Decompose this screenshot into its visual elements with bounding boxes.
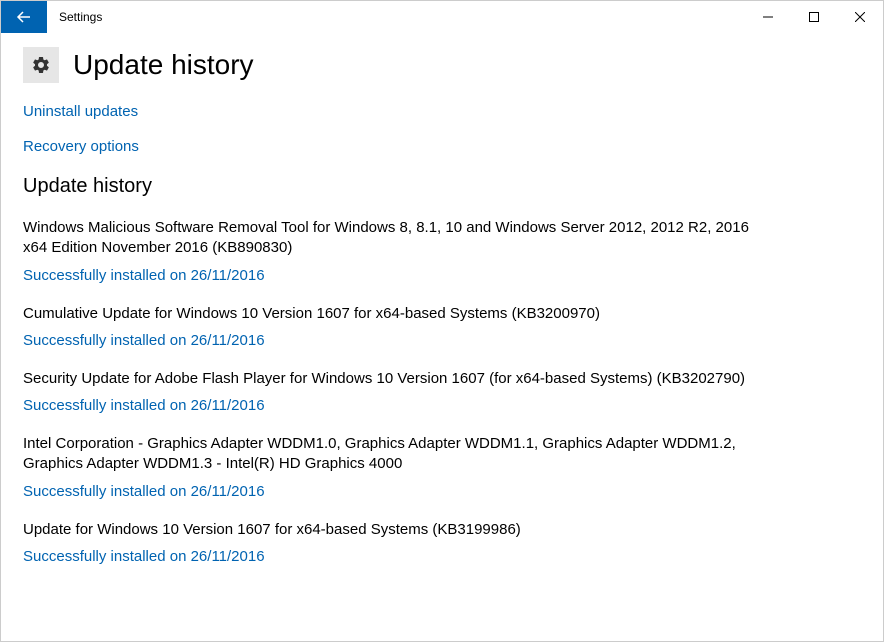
update-status-link[interactable]: Successfully installed on 26/11/2016 — [23, 483, 861, 500]
update-item: Windows Malicious Software Removal Tool … — [23, 218, 861, 284]
maximize-icon — [809, 12, 819, 22]
update-title: Security Update for Adobe Flash Player f… — [23, 369, 763, 389]
update-item: Security Update for Adobe Flash Player f… — [23, 369, 861, 414]
update-item: Cumulative Update for Windows 10 Version… — [23, 304, 861, 349]
minimize-icon — [763, 12, 773, 22]
close-icon — [855, 12, 865, 22]
update-item: Intel Corporation - Graphics Adapter WDD… — [23, 434, 861, 500]
back-button[interactable] — [1, 1, 47, 33]
gear-icon — [31, 55, 51, 75]
update-status-link[interactable]: Successfully installed on 26/11/2016 — [23, 548, 861, 565]
update-item: Update for Windows 10 Version 1607 for x… — [23, 520, 861, 565]
arrow-left-icon — [16, 9, 32, 25]
titlebar: Settings — [1, 1, 883, 33]
update-title: Intel Corporation - Graphics Adapter WDD… — [23, 434, 763, 475]
maximize-button[interactable] — [791, 1, 837, 33]
update-title: Windows Malicious Software Removal Tool … — [23, 218, 763, 259]
minimize-button[interactable] — [745, 1, 791, 33]
section-heading: Update history — [23, 175, 861, 198]
window-title: Settings — [47, 1, 745, 33]
settings-icon-box — [23, 47, 59, 83]
close-button[interactable] — [837, 1, 883, 33]
update-status-link[interactable]: Successfully installed on 26/11/2016 — [23, 332, 861, 349]
update-status-link[interactable]: Successfully installed on 26/11/2016 — [23, 397, 861, 414]
page-title: Update history — [73, 49, 254, 81]
update-title: Update for Windows 10 Version 1607 for x… — [23, 520, 763, 540]
update-status-link[interactable]: Successfully installed on 26/11/2016 — [23, 267, 861, 284]
content-area: Uninstall updates Recovery options Updat… — [1, 93, 883, 565]
recovery-options-link[interactable]: Recovery options — [23, 138, 861, 155]
update-title: Cumulative Update for Windows 10 Version… — [23, 304, 763, 324]
window-controls — [745, 1, 883, 33]
page-header: Update history — [1, 33, 883, 93]
uninstall-updates-link[interactable]: Uninstall updates — [23, 103, 861, 120]
